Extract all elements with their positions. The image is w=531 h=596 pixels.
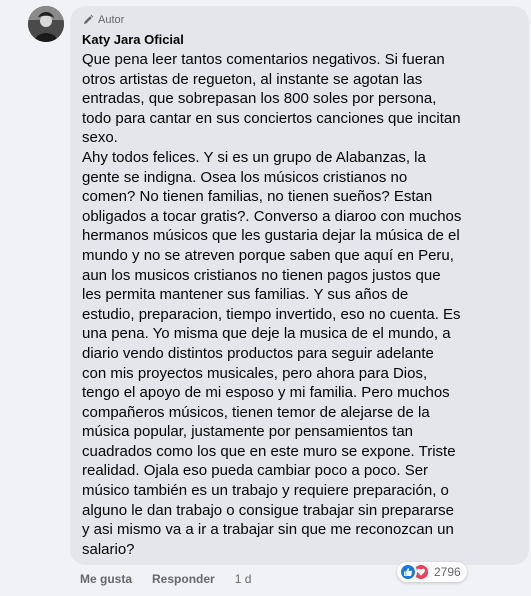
timestamp[interactable]: 1 d (235, 572, 252, 586)
avatar[interactable] (28, 6, 64, 42)
comment-paragraph: Que pena leer tantos comentarios negativ… (82, 51, 461, 147)
reactions-summary[interactable]: 2796 (397, 562, 467, 582)
comment-actions: Me gusta Responder 1 d (80, 572, 251, 586)
comment-paragraph: Ahy todos felices. Y si es un grupo de A… (82, 148, 462, 558)
comment-bubble: Autor Katy Jara Oficial Que pena leer ta… (70, 6, 529, 565)
pencil-icon (82, 14, 94, 26)
reply-button[interactable]: Responder (152, 572, 215, 586)
author-badge-label: Autor (98, 14, 125, 26)
comment-text: Que pena leer tantos comentarios negativ… (82, 50, 462, 559)
like-icon (399, 563, 417, 581)
author-name[interactable]: Katy Jara Oficial (82, 31, 517, 48)
comment: Autor Katy Jara Oficial Que pena leer ta… (0, 0, 531, 596)
like-button[interactable]: Me gusta (80, 572, 132, 586)
reaction-count: 2796 (434, 565, 461, 579)
author-badge: Autor (82, 12, 517, 28)
